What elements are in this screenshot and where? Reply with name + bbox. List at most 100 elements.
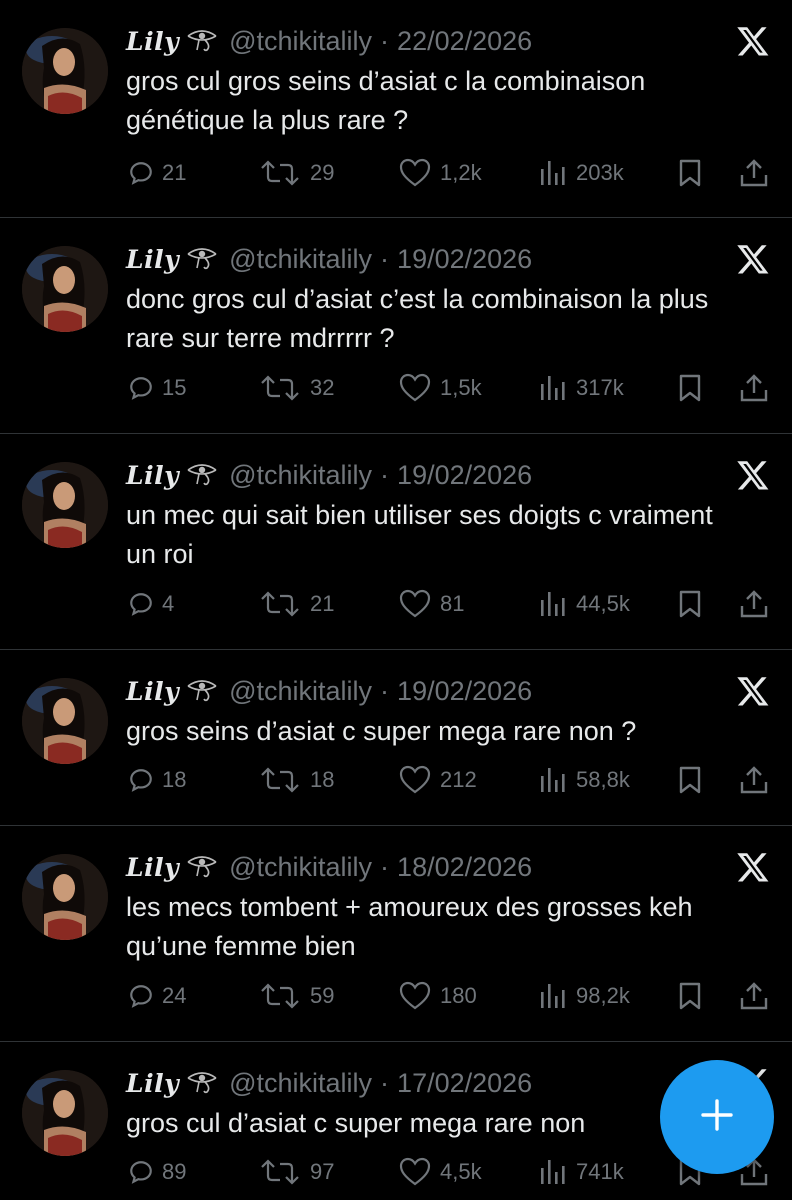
avatar[interactable] [22,1070,108,1156]
share-button[interactable] [738,368,778,408]
handle[interactable]: @tchikitalily [229,244,372,275]
repost-button[interactable]: 59 [258,976,334,1016]
display-name[interactable]: Lily [126,245,179,274]
bookmark-button[interactable] [676,368,712,408]
repost-count: 32 [310,375,335,400]
heart-icon [398,1157,440,1187]
reply-icon [128,1159,162,1185]
views-button[interactable]: 58,8k [538,760,630,800]
eye-of-horus-icon [185,460,219,491]
display-name[interactable]: Lily [126,461,179,490]
like-button[interactable]: 212 [398,760,477,800]
bookmark-button[interactable] [676,584,712,624]
like-count: 1,2k [440,160,482,185]
like-button[interactable]: 1,5k [398,368,482,408]
like-button[interactable]: 180 [398,976,477,1016]
like-button[interactable]: 81 [398,584,464,624]
reply-button[interactable]: 21 [128,153,186,193]
views-icon [538,590,576,618]
avatar[interactable] [22,678,108,764]
tweet[interactable]: Lily @tchikitalily · 18/02/2026 les mecs… [0,826,792,1042]
handle[interactable]: @tchikitalily [229,676,372,707]
repost-count: 59 [310,983,335,1008]
heart-icon [398,373,440,403]
reply-count: 24 [162,983,187,1008]
views-icon [538,982,576,1010]
tweet[interactable]: Lily @tchikitalily · 19/02/2026 gros sei… [0,650,792,826]
display-name[interactable]: Lily [126,677,179,706]
avatar[interactable] [22,28,108,114]
post-date[interactable]: 17/02/2026 [397,1068,532,1099]
avatar[interactable] [22,462,108,548]
repost-button[interactable]: 21 [258,584,334,624]
views-icon [538,159,576,187]
reply-button[interactable]: 24 [128,976,186,1016]
reply-button[interactable]: 4 [128,584,174,624]
separator: · [380,1067,390,1098]
bookmark-icon [676,373,712,403]
like-button[interactable]: 4,5k [398,1152,482,1192]
reply-button[interactable]: 18 [128,760,186,800]
views-button[interactable]: 741k [538,1152,624,1192]
view-count: 98,2k [576,983,630,1008]
reply-count: 89 [162,1159,187,1184]
display-name[interactable]: Lily [126,1069,179,1098]
post-date[interactable]: 19/02/2026 [397,244,532,275]
views-icon [538,374,576,402]
post-date[interactable]: 19/02/2026 [397,460,532,491]
avatar[interactable] [22,854,108,940]
share-button[interactable] [738,760,778,800]
share-button[interactable] [738,153,778,193]
bookmark-button[interactable] [676,760,712,800]
post-date[interactable]: 18/02/2026 [397,852,532,883]
post-date[interactable]: 22/02/2026 [397,26,532,57]
avatar[interactable] [22,246,108,332]
views-button[interactable]: 98,2k [538,976,630,1016]
tweet-text: gros seins d’asiat c super mega rare non… [126,716,637,746]
x-logo-icon [736,850,770,884]
tweet[interactable]: Lily @tchikitalily · 19/02/2026 un mec q… [0,434,792,650]
action-bar: 24 59 180 98,2k [0,976,792,1016]
bookmark-icon [676,589,712,619]
compose-button[interactable] [660,1060,774,1174]
handle[interactable]: @tchikitalily [229,460,372,491]
view-count: 741k [576,1159,624,1184]
views-button[interactable]: 44,5k [538,584,630,624]
views-button[interactable]: 203k [538,153,624,193]
display-name[interactable]: Lily [126,853,179,882]
repost-button[interactable]: 32 [258,368,334,408]
views-icon [538,1158,576,1186]
tweet-header: Lily @tchikitalily · 19/02/2026 [126,240,532,278]
like-count: 81 [440,591,465,616]
tweet[interactable]: Lily @tchikitalily · 19/02/2026 donc gro… [0,218,792,434]
tweet[interactable]: Lily @tchikitalily · 22/02/2026 gros cul… [0,0,792,218]
repost-button[interactable]: 97 [258,1152,334,1192]
like-button[interactable]: 1,2k [398,153,482,193]
reply-count: 18 [162,767,187,792]
tweet-header: Lily @tchikitalily · 22/02/2026 [126,22,532,60]
view-count: 317k [576,375,624,400]
repost-icon [258,1159,310,1185]
tweet-header: Lily @tchikitalily · 17/02/2026 [126,1064,532,1102]
bookmark-button[interactable] [676,153,712,193]
share-button[interactable] [738,976,778,1016]
views-icon [538,766,576,794]
reply-icon [128,983,162,1009]
handle[interactable]: @tchikitalily [229,852,372,883]
post-date[interactable]: 19/02/2026 [397,676,532,707]
handle[interactable]: @tchikitalily [229,26,372,57]
separator: · [380,459,390,490]
bookmark-icon [676,765,712,795]
repost-button[interactable]: 18 [258,760,334,800]
x-logo-icon [736,24,770,58]
separator: · [380,243,390,274]
reply-button[interactable]: 15 [128,368,186,408]
repost-button[interactable]: 29 [258,153,334,193]
views-button[interactable]: 317k [538,368,624,408]
bookmark-button[interactable] [676,976,712,1016]
display-name[interactable]: Lily [126,27,179,56]
handle[interactable]: @tchikitalily [229,1068,372,1099]
reply-button[interactable]: 89 [128,1152,186,1192]
x-logo-icon [736,242,770,276]
share-button[interactable] [738,584,778,624]
